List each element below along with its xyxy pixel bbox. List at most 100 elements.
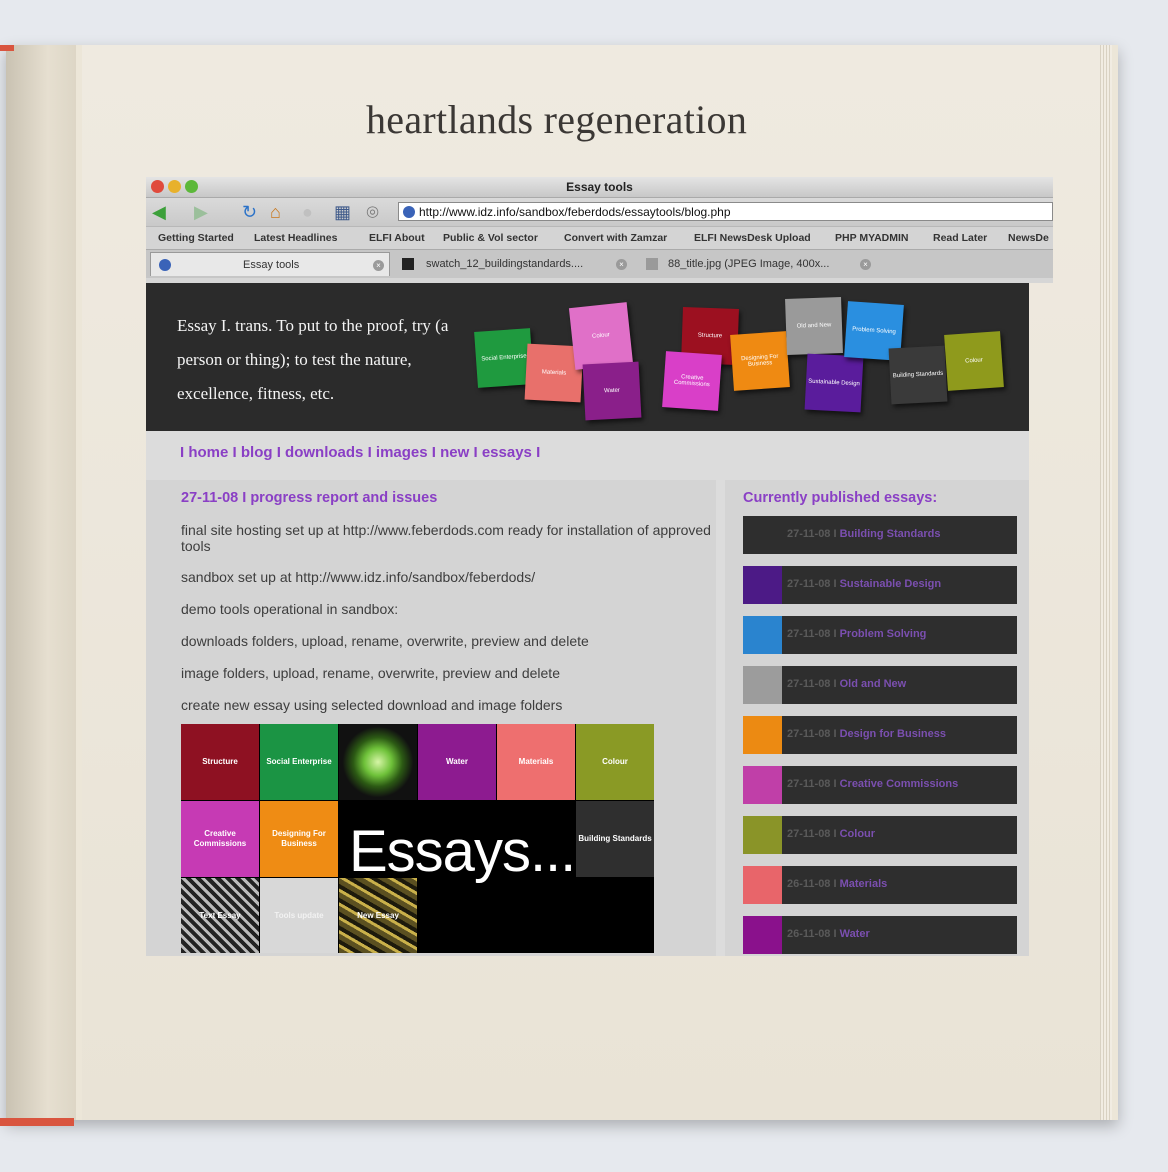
nav-toolbar: ◀ ▶ ↻ ⌂ ● ▦ ◎ http://www.idz.info/sandbo… [146,198,1053,226]
close-tab-icon[interactable]: × [373,260,384,271]
post-line: downloads folders, upload, rename, overw… [181,633,589,649]
banner-square[interactable]: Sustainable Design [804,353,864,413]
bookmark-manager-icon[interactable]: ▦ [334,202,351,222]
mosaic-tile-colour[interactable]: Colour [576,724,654,800]
mosaic-tile-water[interactable]: Water [418,724,496,800]
published-essay-row[interactable]: 27-11-08 I Colour [743,816,1017,854]
tile-label: Building Standards [578,834,652,843]
nav-images-link[interactable]: images [376,444,428,461]
published-essay-row[interactable]: 26-11-08 I Materials [743,866,1017,904]
published-essay-row[interactable]: 27-11-08 I Old and New [743,666,1017,704]
published-essay-row[interactable]: 26-11-08 I Water [743,916,1017,954]
nav-separator: I [431,444,436,461]
essay-title: Old and New [839,678,907,690]
banner-square[interactable]: Colour [568,302,634,370]
home-icon[interactable]: ⌂ [270,202,281,222]
post-title[interactable]: 27-11-08 I progress report and issues [181,490,437,506]
bookmarks-bar: Getting Started Latest Headlines ELFI Ab… [146,226,1053,249]
nav-home-link[interactable]: home [188,444,228,461]
forward-arrow-icon[interactable]: ▶ [194,202,208,222]
mosaic-tile-materials[interactable]: Materials [497,724,575,800]
sidebar-heading: Currently published essays: [743,490,938,506]
page-headline: heartlands regeneration [366,97,748,142]
tab-title-jpg[interactable]: 88_title.jpg (JPEG Image, 400x... × [642,252,878,276]
stop-icon[interactable]: ● [302,202,313,222]
back-arrow-icon[interactable]: ◀ [152,202,166,222]
bookmark-read-later[interactable]: Read Later [933,232,987,244]
essay-colour-swatch [743,716,782,754]
reload-icon[interactable]: ↻ [242,202,257,222]
tile-label: Social Enterprise [266,757,332,766]
essays-mosaic-image: Structure Social Enterprise Water Materi… [181,724,654,953]
mosaic-tile-designing-for-business[interactable]: Designing For Business [260,801,338,877]
book-spine [6,45,76,1120]
browser-window: Essay tools ◀ ▶ ↻ ⌂ ● ▦ ◎ http://www.idz… [146,177,1053,283]
essay-colour-swatch [743,816,782,854]
globe-icon [403,206,415,218]
book-cover-edge [0,1118,74,1126]
banner-square[interactable]: Designing For Business [730,331,790,391]
mosaic-tile-building-standards[interactable]: Building Standards [576,801,654,877]
nav-downloads-link[interactable]: downloads [285,444,363,461]
bookmark-convert-zamzar[interactable]: Convert with Zamzar [564,232,667,244]
nav-blog-link[interactable]: blog [241,444,273,461]
bookmark-latest-headlines[interactable]: Latest Headlines [254,232,337,244]
bookmark-public-vol-sector[interactable]: Public & Vol sector [443,232,538,244]
essay-title: Materials [839,878,888,890]
bookmark-newsde[interactable]: NewsDe [1008,232,1049,244]
nav-separator: I [180,444,185,461]
banner-square[interactable]: Water [582,361,642,421]
banner-square[interactable]: Old and New [785,297,843,355]
tile-label: Materials [518,757,554,766]
post-line: demo tools operational in sandbox: [181,601,399,617]
banner-square[interactable]: Creative Commissions [662,351,722,411]
mosaic-tile-text-essay[interactable]: Text Essay [181,878,259,953]
tile-label: New Essay [357,910,399,920]
essay-colour-swatch [743,866,782,904]
nav-essays-link[interactable]: essays [482,444,532,461]
mosaic-tile-creative-commissions[interactable]: Creative Commissions [181,801,259,877]
essay-colour-swatch [743,666,782,704]
published-essay-row[interactable]: 27-11-08 I Creative Commissions [743,766,1017,804]
tile-label: Water [446,757,468,766]
essay-date: 27-11-08 I [787,678,840,690]
bookmark-elfi-about[interactable]: ELFI About [369,232,425,244]
close-tab-icon[interactable]: × [616,259,627,270]
post-line: final site hosting set up at http://www.… [181,522,711,554]
bookmark-getting-started[interactable]: Getting Started [158,232,234,244]
banner-square[interactable]: Colour [944,331,1004,391]
tile-label: Creative Commissions [193,829,247,848]
tab-label: 88_title.jpg (JPEG Image, 400x... [668,258,830,270]
window-title: Essay tools [566,180,633,194]
close-tab-icon[interactable]: × [860,259,871,270]
website: Essay I. trans. To put to the proof, try… [146,283,1029,956]
essay-date: 27-11-08 I [787,778,840,790]
essay-colour-swatch [743,616,782,654]
published-essay-row[interactable]: 27-11-08 I Design for Business [743,716,1017,754]
essay-link-text: 27-11-08 I Problem Solving [787,628,926,640]
bookmark-php-myadmin[interactable]: PHP MYADMIN [835,232,909,244]
banner-square[interactable]: Building Standards [888,345,948,405]
post-line: create new essay using selected download… [181,697,563,713]
published-essay-row[interactable]: 27-11-08 I Problem Solving [743,616,1017,654]
essay-link-text: 26-11-08 I Water [787,928,870,940]
page-edge [1100,45,1112,1120]
mosaic-tile-photo [339,724,417,800]
mosaic-tile-new-essay[interactable]: New Essay [339,878,417,953]
essay-link-text: 27-11-08 I Colour [787,828,875,840]
nav-new-link[interactable]: new [440,444,469,461]
tab-swatch[interactable]: swatch_12_buildingstandards.... × [396,252,632,276]
mosaic-tile-structure[interactable]: Structure [181,724,259,800]
tab-essay-tools[interactable]: Essay tools × [150,252,390,276]
address-bar[interactable]: http://www.idz.info/sandbox/feberdods/es… [398,202,1053,221]
tag-icon[interactable]: ◎ [366,202,379,222]
mosaic-tile-tools-update[interactable]: Tools update [260,878,338,953]
essay-date: 27-11-08 I [787,578,840,590]
essay-date: 26-11-08 I [787,878,840,890]
bookmark-elfi-newsdesk[interactable]: ELFI NewsDesk Upload [694,232,811,244]
essay-title: Problem Solving [839,628,927,640]
post-line: image folders, upload, rename, overwrite… [181,665,560,681]
published-essay-row[interactable]: 27-11-08 I Building Standards [743,516,1017,554]
published-essay-row[interactable]: 27-11-08 I Sustainable Design [743,566,1017,604]
mosaic-tile-social-enterprise[interactable]: Social Enterprise [260,724,338,800]
